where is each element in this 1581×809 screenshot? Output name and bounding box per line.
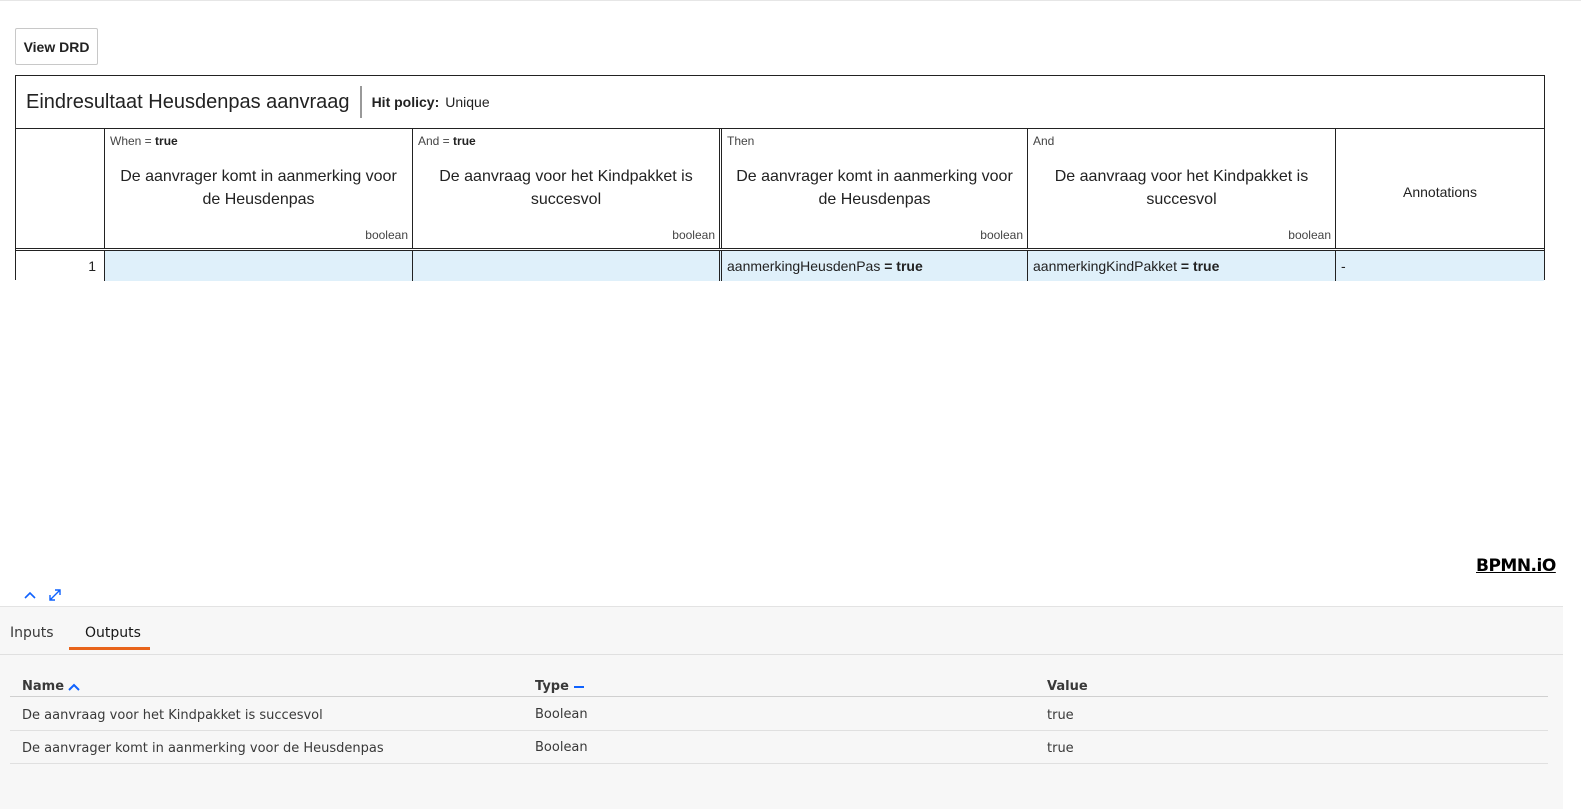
decision-name[interactable]: Eindresultaat Heusdenpas aanvraag xyxy=(16,86,362,118)
output-column-1-type[interactable]: boolean xyxy=(980,228,1023,242)
output-column-1-label: Then xyxy=(727,134,755,148)
row-1-name: De aanvraag voor het Kindpakket is succe… xyxy=(22,708,323,723)
annotations-title: Annotations xyxy=(1403,184,1477,200)
output-column-1-title[interactable]: De aanvrager komt in aanmerking voor de … xyxy=(732,165,1017,211)
tabs-divider xyxy=(0,654,1563,655)
bpmn-io-logo[interactable]: BPMN.iO xyxy=(1476,556,1556,576)
table-header-divider xyxy=(10,696,1548,697)
view-drd-button[interactable]: View DRD xyxy=(15,28,98,65)
input-column-2-label: And = true xyxy=(418,134,476,148)
input-column-2-title[interactable]: De aanvraag voor het Kindpakket is succe… xyxy=(423,165,709,211)
input-column-1-header[interactable]: When = true De aanvrager komt in aanmerk… xyxy=(105,129,413,248)
rule-row: 1 aanmerkingHeusdenPas = true aanmerking… xyxy=(16,251,1544,281)
output-column-2-header[interactable]: And De aanvraag voor het Kindpakket is s… xyxy=(1028,129,1336,248)
top-divider xyxy=(0,0,1581,1)
row-1-type: Boolean xyxy=(535,707,588,722)
input-column-1-label: When = true xyxy=(110,134,178,148)
active-tab-indicator xyxy=(69,647,150,650)
input-column-1-title[interactable]: De aanvrager komt in aanmerking voor de … xyxy=(115,165,402,211)
rule-output-cell-1[interactable]: aanmerkingHeusdenPas = true xyxy=(722,251,1028,281)
tab-inputs[interactable]: Inputs xyxy=(10,625,54,641)
row-2-name: De aanvrager komt in aanmerking voor de … xyxy=(22,741,384,756)
output-column-1-header[interactable]: Then De aanvrager komt in aanmerking voo… xyxy=(722,129,1028,248)
annotations-column-header: Annotations xyxy=(1336,129,1544,248)
row-divider xyxy=(10,763,1548,764)
tab-outputs[interactable]: Outputs xyxy=(85,625,141,641)
rule-annotation-cell[interactable]: - xyxy=(1336,251,1544,281)
rule-output-cell-2[interactable]: aanmerkingKindPakket = true xyxy=(1028,251,1336,281)
output-column-2-type[interactable]: boolean xyxy=(1288,228,1331,242)
input-column-1-type[interactable]: boolean xyxy=(365,228,408,242)
output-2-expression: = true xyxy=(1176,258,1220,274)
column-header-type[interactable]: Type xyxy=(535,679,585,694)
input-column-2-header[interactable]: And = true De aanvraag voor het Kindpakk… xyxy=(413,129,722,248)
rule-input-cell-1[interactable] xyxy=(105,251,413,281)
sort-ascending-icon xyxy=(68,683,80,691)
decision-table-header: Eindresultaat Heusdenpas aanvraag Hit po… xyxy=(16,76,1544,129)
decision-table: Eindresultaat Heusdenpas aanvraag Hit po… xyxy=(15,75,1545,281)
row-divider xyxy=(10,730,1548,731)
row-2-type: Boolean xyxy=(535,740,588,755)
rule-index[interactable]: 1 xyxy=(16,251,105,281)
hit-policy-value[interactable]: Unique xyxy=(445,94,489,110)
column-header-name[interactable]: Name xyxy=(22,679,80,694)
row-2-value: true xyxy=(1047,741,1074,756)
output-1-name: aanmerkingHeusdenPas xyxy=(727,258,881,274)
output-2-name: aanmerkingKindPakket xyxy=(1033,258,1177,274)
input-column-2-type[interactable]: boolean xyxy=(672,228,715,242)
rule-input-cell-2[interactable] xyxy=(413,251,722,281)
hit-policy-label: Hit policy: xyxy=(371,94,440,110)
output-column-2-title[interactable]: De aanvraag voor het Kindpakket is succe… xyxy=(1038,165,1325,211)
column-header-value[interactable]: Value xyxy=(1047,679,1088,694)
sort-none-icon xyxy=(573,685,584,688)
expand-icon[interactable] xyxy=(46,586,64,604)
index-column-header xyxy=(16,129,105,248)
row-1-value: true xyxy=(1047,708,1074,723)
output-column-2-label: And xyxy=(1033,134,1055,148)
results-panel: Inputs Outputs Name Type Value De aanvra… xyxy=(0,606,1563,809)
chevron-up-icon[interactable] xyxy=(21,586,39,604)
output-1-expression: = true xyxy=(880,258,923,274)
